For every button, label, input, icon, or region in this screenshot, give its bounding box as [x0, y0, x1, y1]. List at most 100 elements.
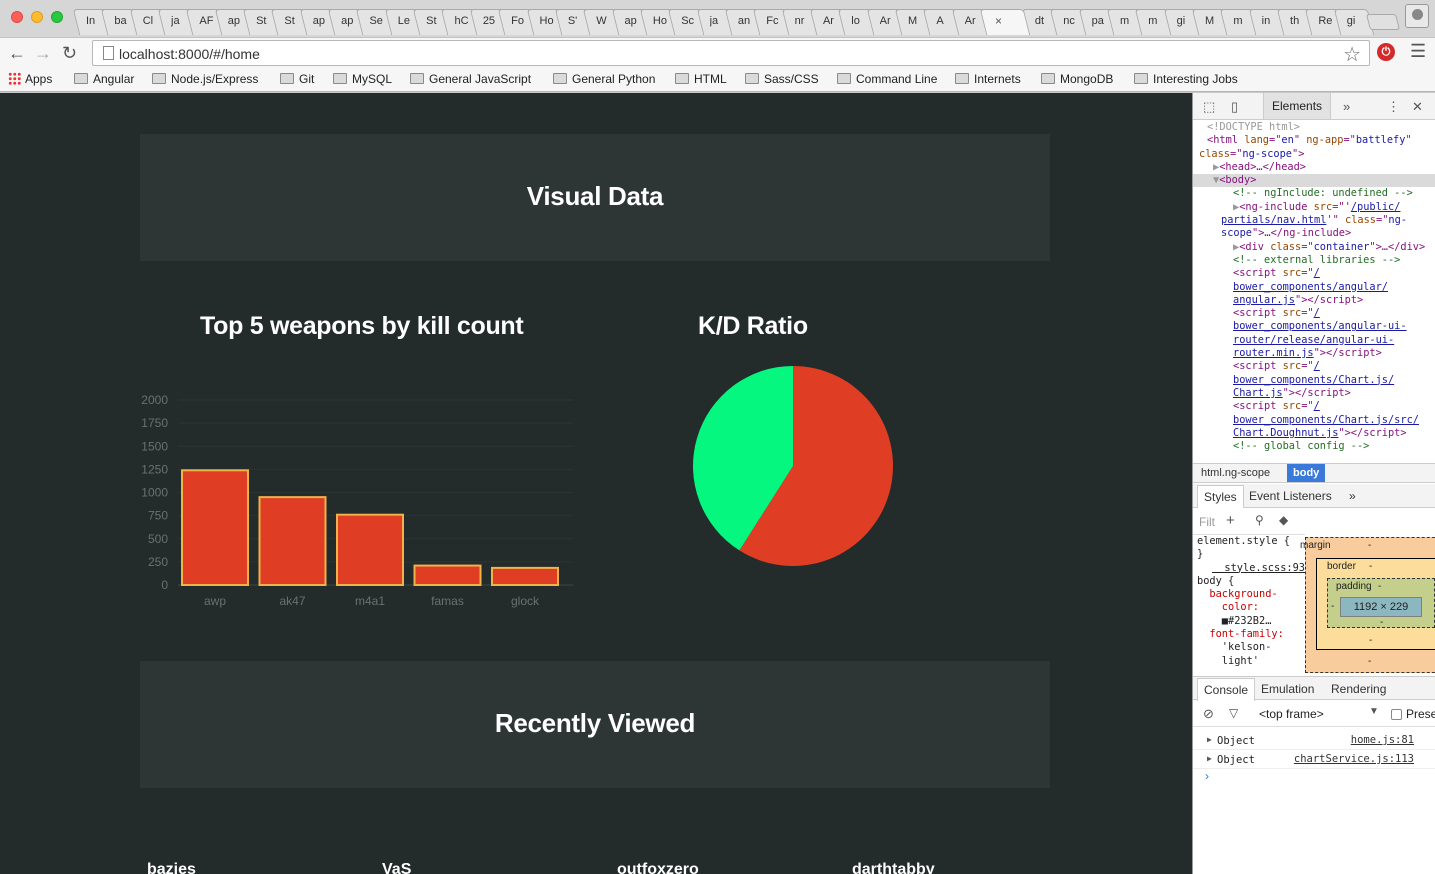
minimize-window-button[interactable] — [31, 11, 43, 23]
filter-icon[interactable]: ▽ — [1229, 706, 1238, 720]
tab-elements[interactable]: Elements — [1263, 93, 1332, 119]
browser-tab[interactable]: Le — [384, 9, 426, 37]
browser-tab[interactable]: Ar — [866, 9, 907, 37]
dom-node-line[interactable]: bower_components/Chart.js/src/ — [1193, 414, 1435, 427]
browser-tab[interactable]: Ar — [809, 9, 851, 37]
dom-node-line[interactable]: <script src="/ — [1193, 400, 1435, 413]
bookmark-folder[interactable]: General Python — [553, 72, 655, 86]
bookmark-apps[interactable]: Apps — [8, 72, 52, 86]
dom-node-line[interactable]: class="ng-scope"> — [1193, 148, 1435, 161]
color-format-icon[interactable]: ◆ — [1279, 513, 1288, 527]
dom-node-line[interactable]: ▼<body> — [1193, 174, 1435, 188]
dom-node-line[interactable]: angular.js"></script> — [1193, 294, 1435, 307]
dom-node-line[interactable]: bower_components/angular/ — [1193, 281, 1435, 294]
browser-tab[interactable]: Fc — [753, 9, 794, 37]
bookmark-folder[interactable]: Internets — [955, 72, 1021, 86]
recent-user-link[interactable]: bazies — [147, 861, 196, 874]
tab-styles[interactable]: Styles — [1197, 485, 1244, 508]
new-tab-button[interactable] — [1366, 14, 1400, 30]
recent-user-link[interactable]: darthtabby — [852, 861, 935, 874]
dom-node-line[interactable]: router.min.js"></script> — [1193, 347, 1435, 360]
dom-node-line[interactable]: <!-- ngInclude: undefined --> — [1193, 187, 1435, 200]
browser-tab[interactable]: gi — [1333, 9, 1374, 37]
browser-tab[interactable]: Ho — [639, 9, 681, 37]
bookmark-folder[interactable]: Angular — [74, 72, 134, 86]
browser-tab[interactable]: m — [1220, 9, 1261, 37]
browser-menu-icon[interactable]: ☰ — [1410, 41, 1426, 62]
browser-tab[interactable]: nr — [781, 9, 822, 37]
frame-selector[interactable]: <top frame> — [1259, 707, 1324, 721]
tab-console[interactable]: Console — [1197, 678, 1256, 701]
browser-tab[interactable]: M — [894, 9, 936, 37]
dom-node-line[interactable]: <!-- external libraries --> — [1193, 254, 1435, 267]
browser-tab[interactable]: Sc — [667, 9, 709, 37]
bar[interactable] — [181, 469, 249, 586]
more-panels-icon[interactable]: » — [1343, 99, 1350, 114]
browser-tab[interactable]: ba — [101, 9, 142, 37]
chevron-down-icon[interactable]: ▼ — [1369, 706, 1379, 717]
browser-tab[interactable]: hC — [441, 9, 482, 37]
dom-node-line[interactable]: partials/nav.html'" class="ng- — [1193, 214, 1435, 227]
browser-tab[interactable]: A — [923, 9, 964, 37]
browser-tab[interactable]: nc — [1050, 9, 1091, 37]
bar[interactable] — [258, 496, 327, 586]
recent-user-link[interactable]: VaS — [382, 861, 411, 874]
close-tab-icon[interactable]: × — [995, 14, 1011, 28]
browser-tab[interactable]: In — [72, 9, 114, 37]
dom-node-line[interactable]: router/release/angular-ui- — [1193, 334, 1435, 347]
browser-tab[interactable]: th — [1276, 9, 1318, 37]
more-style-tabs-icon[interactable]: » — [1349, 489, 1356, 503]
tab-event-listeners[interactable]: Event Listeners — [1249, 489, 1332, 503]
bookmark-folder[interactable]: MongoDB — [1041, 72, 1113, 86]
forward-arrow-icon[interactable]: → — [34, 43, 52, 63]
browser-tab[interactable]: m — [1135, 9, 1176, 37]
browser-tab[interactable]: m — [1106, 9, 1148, 37]
browser-tab[interactable]: ja — [696, 9, 737, 37]
preserve-log-checkbox[interactable] — [1391, 709, 1402, 720]
browser-tab[interactable]: gi — [1163, 9, 1204, 37]
dom-node-line[interactable]: <!-- global config --> — [1193, 440, 1435, 453]
browser-tab[interactable]: pa — [1078, 9, 1119, 37]
dom-node-line[interactable]: <!DOCTYPE html> — [1193, 121, 1435, 134]
dom-node-line[interactable]: ▶<div class="container">…</div> — [1193, 241, 1435, 254]
browser-tab[interactable]: Fo — [497, 9, 539, 37]
address-bar[interactable]: localhost:8000/#/home ☆ — [92, 40, 1370, 66]
styles-filter-input[interactable]: Filt — [1199, 515, 1215, 529]
dom-node-line[interactable]: ▶<head>…</head> — [1193, 161, 1435, 174]
bookmark-folder[interactable]: Git — [280, 72, 314, 86]
recent-user-link[interactable]: outfoxzero — [617, 861, 699, 874]
dom-node-line[interactable]: <script src="/ — [1193, 360, 1435, 373]
device-mode-icon[interactable]: ▯ — [1231, 99, 1238, 115]
browser-tab[interactable]: St — [271, 9, 312, 37]
tab-emulation[interactable]: Emulation — [1261, 682, 1314, 696]
bookmark-folder[interactable]: Sass/CSS — [745, 72, 819, 86]
browser-tab[interactable]: S' — [554, 9, 596, 37]
dom-node-line[interactable]: ▶<ng-include src="'/public/ — [1193, 201, 1435, 214]
browser-tab[interactable]: Re — [1305, 9, 1346, 37]
bookmark-folder[interactable]: HTML — [675, 72, 727, 86]
bookmark-folder[interactable]: Command Line — [837, 72, 937, 86]
dom-node-line[interactable]: <script src="/ — [1193, 267, 1435, 280]
expand-triangle-icon[interactable]: ▶ — [1207, 735, 1212, 744]
reload-icon[interactable]: ↻ — [62, 43, 77, 63]
expand-triangle-icon[interactable]: ▶ — [1207, 754, 1212, 763]
browser-tab[interactable]: ap — [611, 9, 652, 37]
dom-node-line[interactable]: Chart.Doughnut.js"></script> — [1193, 427, 1435, 440]
browser-tab[interactable]: lo — [838, 9, 879, 37]
dom-tree[interactable]: <!DOCTYPE html> <html lang="en" ng-app="b… — [1193, 121, 1435, 463]
bar[interactable] — [413, 564, 482, 586]
browser-tab[interactable]: AF — [186, 9, 227, 37]
browser-tab[interactable]: Ho — [526, 9, 567, 37]
profile-icon[interactable] — [1405, 4, 1429, 28]
bookmark-folder[interactable]: General JavaScript — [410, 72, 531, 86]
dom-node-line[interactable]: Chart.js"></script> — [1193, 387, 1435, 400]
browser-tab[interactable]: W — [582, 9, 624, 37]
browser-tab[interactable]: ja — [157, 9, 199, 37]
tab-rendering[interactable]: Rendering — [1331, 682, 1386, 696]
close-devtools-icon[interactable]: ✕ — [1412, 99, 1423, 115]
clear-console-icon[interactable]: ⊘ — [1203, 706, 1214, 722]
console-prompt[interactable]: › — [1205, 769, 1209, 783]
browser-tab[interactable]: × — [979, 9, 1031, 37]
close-window-button[interactable] — [11, 11, 23, 23]
bookmark-folder[interactable]: Node.js/Express — [152, 72, 258, 86]
